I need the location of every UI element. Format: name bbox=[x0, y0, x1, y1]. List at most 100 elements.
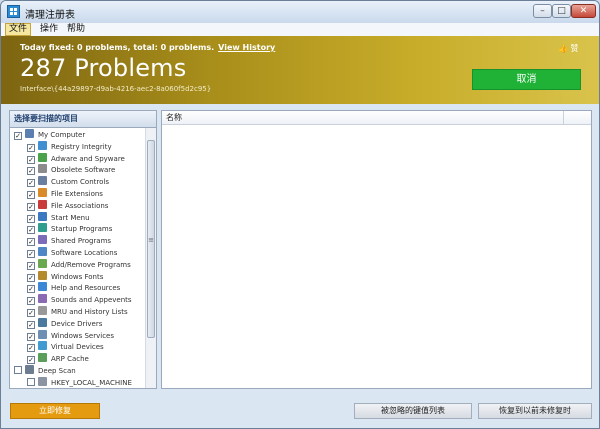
tree-item-startup-programs[interactable]: ✓ Startup Programs bbox=[27, 223, 112, 235]
problems-count: 287 Problems bbox=[20, 54, 187, 82]
scan-items-header: 选择要扫描的项目 bbox=[10, 111, 156, 128]
restore-button[interactable]: 恢复到以前未修复时 bbox=[478, 403, 592, 419]
tree-item-checkbox[interactable]: ✓ bbox=[27, 167, 35, 176]
tree-item-label: Windows Services bbox=[51, 331, 114, 340]
tree-item-label: HKEY_LOCAL_MACHINE bbox=[51, 378, 132, 387]
tree-item-label: File Extensions bbox=[51, 190, 103, 198]
tree-item-checkbox[interactable]: ✓ bbox=[27, 238, 35, 247]
tree-item-checkbox[interactable]: ✓ bbox=[27, 202, 35, 211]
menu-help[interactable]: 帮助 bbox=[64, 23, 88, 36]
add-remove-icon bbox=[38, 258, 47, 268]
pdf-icon bbox=[38, 199, 47, 209]
tree-item-virtual-devices[interactable]: ✓ Virtual Devices bbox=[27, 341, 104, 353]
control-icon bbox=[38, 176, 47, 186]
tree-item-custom-controls[interactable]: ✓ Custom Controls bbox=[27, 176, 109, 188]
status-banner: Today fixed: 0 problems, total: 0 proble… bbox=[1, 36, 599, 104]
tree-item-checkbox[interactable]: ✓ bbox=[27, 179, 35, 188]
tree-item-windows-services[interactable]: ✓ Windows Services bbox=[27, 329, 114, 342]
menu-bar: 文件 操作 帮助 bbox=[1, 23, 599, 36]
scan-items-panel: 选择要扫描的项目 ✓ My Computer ✓ Registry Integrity… bbox=[9, 110, 157, 389]
history-icon bbox=[38, 306, 47, 315]
tree-item-mru-and-history-lists[interactable]: ✓ MRU and History Lists bbox=[27, 306, 128, 318]
tree-item-shared-programs[interactable]: ✓ Shared Programs bbox=[27, 235, 111, 247]
tree-item-label: Windows Fonts bbox=[51, 272, 104, 281]
minimize-button[interactable]: – bbox=[533, 4, 552, 18]
today-summary: Today fixed: 0 problems, total: 0 proble… bbox=[20, 43, 275, 52]
name-column-header[interactable]: 名称 bbox=[162, 111, 564, 125]
tree-item-add-remove-programs[interactable]: ✓ Add/Remove Programs bbox=[27, 258, 131, 271]
tree-item-hkey-local-machine[interactable]: HKEY_LOCAL_MACHINE bbox=[27, 376, 132, 388]
tree-item-checkbox[interactable]: ✓ bbox=[27, 226, 35, 235]
tree-item-checkbox[interactable]: ✓ bbox=[27, 261, 35, 270]
ignored-list-button[interactable]: 被忽略的键值列表 bbox=[354, 403, 472, 419]
tree-item-checkbox[interactable]: ✓ bbox=[27, 285, 35, 294]
tree-item-help-and-resources[interactable]: ✓ Help and Resources bbox=[27, 282, 120, 294]
tree-item-label: Deep Scan bbox=[38, 367, 76, 375]
tree-item-checkbox[interactable]: ✓ bbox=[27, 320, 35, 329]
hive-icon bbox=[38, 376, 47, 386]
tree-item-obsolete-software[interactable]: ✓ Obsolete Software bbox=[27, 164, 115, 176]
tree-item-checkbox[interactable] bbox=[14, 366, 22, 374]
tree-item-checkbox[interactable]: ✓ bbox=[27, 143, 35, 152]
registry-icon bbox=[38, 140, 47, 150]
tree-item-adware-and-spyware[interactable]: ✓ Adware and Spyware bbox=[27, 152, 125, 165]
tree-item-checkbox[interactable]: ✓ bbox=[27, 250, 35, 258]
tree-item-sounds-and-appevents[interactable]: ✓ Sounds and Appevents bbox=[27, 294, 132, 306]
tree-item-label: Adware and Spyware bbox=[51, 154, 125, 163]
like-button[interactable]: 👍 赞 bbox=[558, 43, 579, 54]
tree-item-arp-cache[interactable]: ✓ ARP Cache bbox=[27, 353, 89, 365]
tree-item-label: File Associations bbox=[51, 201, 109, 210]
tree-item-checkbox[interactable]: ✓ bbox=[27, 344, 35, 353]
tree-scrollbar[interactable]: ≡ bbox=[145, 128, 156, 388]
tree-item-checkbox[interactable]: ✓ bbox=[27, 309, 35, 317]
computer-icon bbox=[25, 129, 34, 138]
tree-item-file-extensions[interactable]: ✓ File Extensions bbox=[27, 188, 103, 200]
package-icon bbox=[38, 164, 47, 174]
tree-item-checkbox[interactable]: ✓ bbox=[27, 356, 35, 365]
tree-scrollbar-thumb[interactable]: ≡ bbox=[147, 140, 155, 338]
tree-item-checkbox[interactable]: ✓ bbox=[14, 132, 22, 140]
tree-item-checkbox[interactable]: ✓ bbox=[27, 214, 35, 223]
thumbs-up-icon: 👍 bbox=[558, 44, 568, 53]
bug-icon bbox=[38, 152, 47, 162]
menu-action[interactable]: 操作 bbox=[37, 23, 61, 36]
tree-item-checkbox[interactable]: ✓ bbox=[27, 297, 35, 306]
tree-item-windows-fonts[interactable]: ✓ Windows Fonts bbox=[27, 270, 104, 283]
driver-icon bbox=[38, 317, 47, 327]
shared-icon bbox=[38, 235, 47, 245]
close-button[interactable]: ✕ bbox=[571, 4, 596, 18]
maximize-button[interactable]: □ bbox=[552, 4, 571, 18]
sound-icon bbox=[38, 294, 47, 304]
repair-now-button[interactable]: 立即修复 bbox=[10, 403, 100, 419]
tree-item-software-locations[interactable]: ✓ Software Locations bbox=[27, 247, 117, 259]
tree-item-label: My Computer bbox=[38, 131, 86, 139]
tree-item-device-drivers[interactable]: ✓ Device Drivers bbox=[27, 317, 103, 330]
tree-item-deep-scan[interactable]: Deep Scan bbox=[14, 365, 76, 377]
tree-item-label: Sounds and Appevents bbox=[51, 296, 132, 305]
tree-item-checkbox[interactable] bbox=[27, 377, 35, 386]
services-icon bbox=[38, 329, 47, 339]
current-scan-item: Interface\{44a29897-d9ab-4216-aec2-8a060… bbox=[20, 85, 212, 93]
tree-item-label: Shared Programs bbox=[51, 237, 112, 246]
tree-item-label: Add/Remove Programs bbox=[51, 260, 131, 269]
today-summary-text: Today fixed: 0 problems, total: 0 proble… bbox=[20, 43, 215, 52]
view-history-link[interactable]: View History bbox=[218, 43, 275, 52]
help-icon bbox=[38, 282, 47, 292]
tree-item-checkbox[interactable]: ✓ bbox=[27, 191, 35, 199]
title-bar: 清理注册表 – □ ✕ bbox=[1, 1, 599, 23]
tree-item-checkbox[interactable]: ✓ bbox=[27, 332, 35, 341]
tree-item-registry-integrity[interactable]: ✓ Registry Integrity bbox=[27, 140, 112, 153]
menu-file[interactable]: 文件 bbox=[5, 23, 32, 36]
cancel-button[interactable]: 取消 bbox=[472, 69, 581, 90]
tree-item-start-menu[interactable]: ✓ Start Menu bbox=[27, 211, 90, 224]
tree-item-label: MRU and History Lists bbox=[51, 308, 128, 316]
tree-item-my-computer[interactable]: ✓ My Computer bbox=[14, 129, 85, 141]
tree-item-file-associations[interactable]: ✓ File Associations bbox=[27, 199, 109, 212]
tree-item-checkbox[interactable]: ✓ bbox=[27, 155, 35, 164]
tree-item-label: Software Locations bbox=[51, 249, 118, 257]
tree-item-checkbox[interactable]: ✓ bbox=[27, 273, 35, 282]
tree-item-label: Device Drivers bbox=[51, 319, 103, 328]
virtual-device-icon bbox=[38, 341, 47, 351]
tree-item-label: Virtual Devices bbox=[51, 343, 104, 352]
start-menu-icon bbox=[38, 211, 47, 221]
